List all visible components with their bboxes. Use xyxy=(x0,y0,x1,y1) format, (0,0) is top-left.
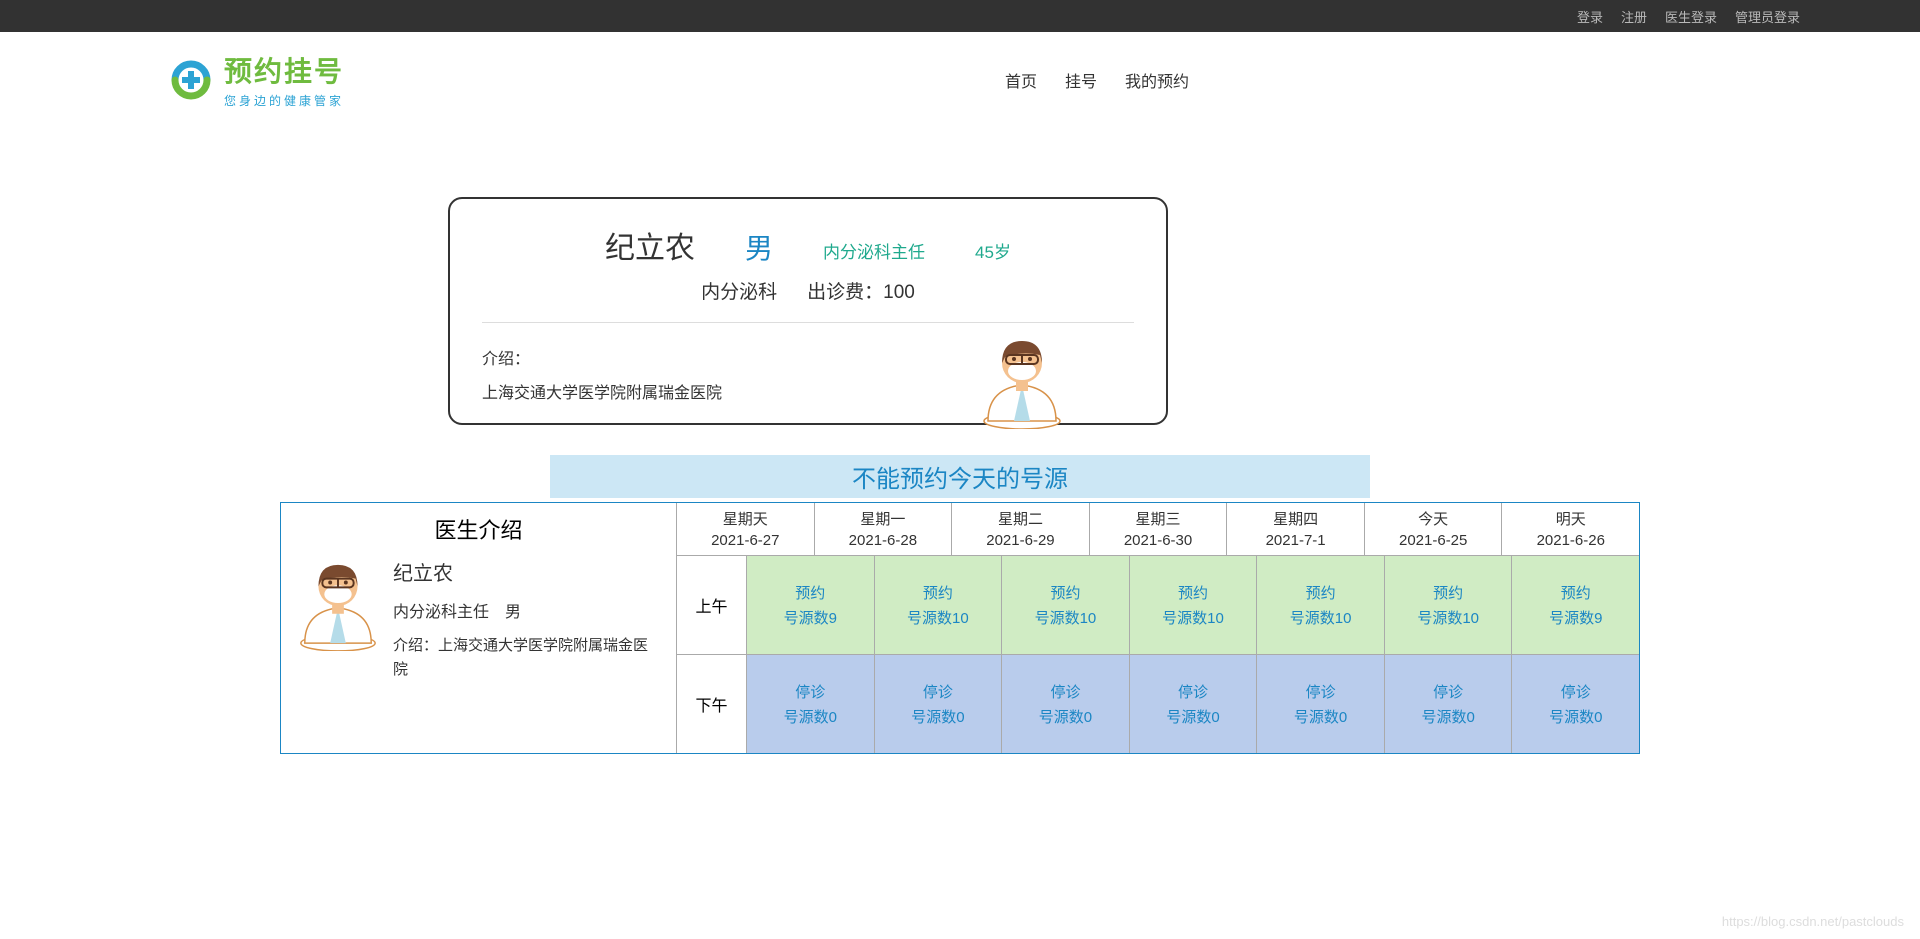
schedule-intro-column: 医生介绍 纪立农 内分泌科主任男 介绍：上海交通大学医学院附属瑞金医院 xyxy=(281,503,677,753)
day-header: 星期四2021-7-1 xyxy=(1227,503,1365,556)
schedule-slot[interactable]: 停诊号源数0 xyxy=(1129,655,1257,753)
top-bar: 登录 注册 医生登录 管理员登录 xyxy=(0,0,1920,32)
schedule-table: 医生介绍 纪立农 内分泌科主任男 介绍：上海交通大学医学院附属瑞金医院 星期天2… xyxy=(280,502,1640,754)
period-pm-label: 下午 xyxy=(677,655,747,753)
logo-title: 预约挂号 xyxy=(224,50,344,90)
schedule-slot[interactable]: 停诊号源数0 xyxy=(747,655,874,753)
doctor-title: 内分泌科主任 xyxy=(823,238,925,263)
schedule-slot[interactable]: 预约号源数10 xyxy=(1001,556,1129,654)
logo[interactable]: 预约挂号 您身边的健康管家 xyxy=(170,50,344,109)
day-headers-row: 星期天2021-6-27星期一2021-6-28星期二2021-6-29星期三2… xyxy=(677,503,1639,556)
main-nav: 首页 挂号 我的预约 xyxy=(444,68,1750,92)
register-link[interactable]: 注册 xyxy=(1621,7,1647,26)
doctor-name: 纪立农 xyxy=(605,223,695,267)
intro-header: 医生介绍 xyxy=(281,503,676,551)
side-doctor-name: 纪立农 xyxy=(393,557,662,586)
doctor-login-link[interactable]: 医生登录 xyxy=(1665,7,1717,26)
day-header: 星期一2021-6-28 xyxy=(815,503,953,556)
nav-home[interactable]: 首页 xyxy=(1005,68,1037,92)
schedule-slot[interactable]: 停诊号源数0 xyxy=(1511,655,1639,753)
schedule-slot[interactable]: 预约号源数10 xyxy=(874,556,1002,654)
schedule-slot[interactable]: 预约号源数10 xyxy=(1129,556,1257,654)
schedule-slot[interactable]: 停诊号源数0 xyxy=(1001,655,1129,753)
nav-my-appointments[interactable]: 我的预约 xyxy=(1125,68,1189,92)
doctor-card: 纪立农 男 内分泌科主任 45岁 内分泌科 出诊费：100 介绍： 上海交通大学… xyxy=(448,197,1168,425)
doctor-fee: 出诊费：100 xyxy=(807,277,915,304)
day-header: 星期三2021-6-30 xyxy=(1090,503,1228,556)
doctor-gender: 男 xyxy=(745,227,773,267)
doctor-avatar-icon xyxy=(978,333,1066,429)
logo-subtitle: 您身边的健康管家 xyxy=(224,92,344,109)
logo-icon xyxy=(170,59,212,101)
nav-register[interactable]: 挂号 xyxy=(1065,68,1097,92)
notice-banner: 不能预约今天的号源 xyxy=(550,455,1370,498)
doctor-department: 内分泌科 xyxy=(701,277,777,304)
day-header: 明天2021-6-26 xyxy=(1502,503,1639,556)
schedule-slot[interactable]: 预约号源数9 xyxy=(1511,556,1639,654)
side-doctor-desc: 介绍：上海交通大学医学院附属瑞金医院 xyxy=(393,634,662,682)
admin-login-link[interactable]: 管理员登录 xyxy=(1735,7,1800,26)
day-header: 星期二2021-6-29 xyxy=(952,503,1090,556)
day-header: 星期天2021-6-27 xyxy=(677,503,815,556)
day-header: 今天2021-6-25 xyxy=(1365,503,1503,556)
period-am-label: 上午 xyxy=(677,556,747,655)
schedule-slot[interactable]: 停诊号源数0 xyxy=(874,655,1002,753)
login-link[interactable]: 登录 xyxy=(1577,7,1603,26)
header: 预约挂号 您身边的健康管家 首页 挂号 我的预约 xyxy=(0,32,1920,127)
schedule-slot[interactable]: 停诊号源数0 xyxy=(1384,655,1512,753)
watermark: https://blog.csdn.net/pastclouds xyxy=(1722,914,1904,929)
doctor-avatar-small-icon xyxy=(295,557,381,651)
doctor-age: 45岁 xyxy=(975,238,1011,263)
schedule-slot[interactable]: 预约号源数10 xyxy=(1384,556,1512,654)
schedule-slot[interactable]: 停诊号源数0 xyxy=(1256,655,1384,753)
schedule-slot[interactable]: 预约号源数9 xyxy=(747,556,874,654)
schedule-slot[interactable]: 预约号源数10 xyxy=(1256,556,1384,654)
side-doctor-title: 内分泌科主任男 xyxy=(393,598,662,622)
